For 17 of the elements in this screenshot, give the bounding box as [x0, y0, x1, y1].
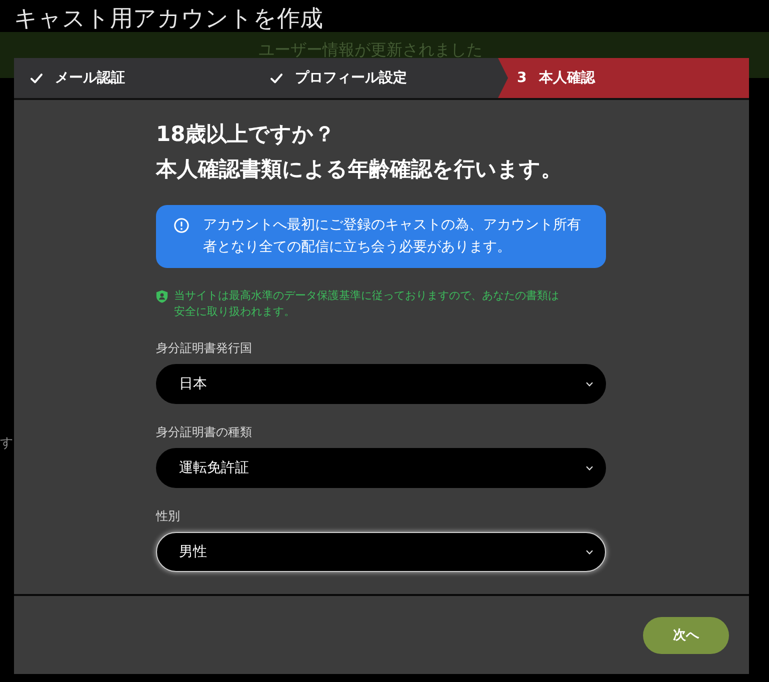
security-note: 当サイトは最高水準のデータ保護基準に従っておりますので、あなたの書類は安全に取り扱われます。: [174, 288, 560, 320]
select-field[interactable]: 男性: [156, 532, 606, 572]
field-label: 性別: [156, 508, 181, 524]
field-label: 身分証明書の種類: [156, 424, 253, 440]
background-text: す: [0, 436, 13, 452]
shield-person-icon: [156, 290, 168, 303]
chevron-down-icon: [586, 550, 593, 554]
select-field[interactable]: 運転免許証: [156, 448, 606, 488]
alert-circle-icon: [174, 218, 189, 233]
select-field[interactable]: 日本: [156, 364, 606, 404]
chevron-down-icon: [586, 466, 593, 470]
page-title: キャスト用アカウントを作成: [13, 5, 324, 32]
alert-text: アカウントへ最初にご登録のキャストの為、アカウント所有者となり全ての配信に立ち会う必要があります。: [203, 216, 582, 257]
field-label: 身分証明書発行国: [156, 340, 253, 356]
chevron-down-icon: [586, 382, 593, 386]
heading-text: 18歳以上ですか？: [156, 121, 336, 148]
heading-text: 本人確認書類による年齢確認を行います。: [156, 156, 563, 183]
